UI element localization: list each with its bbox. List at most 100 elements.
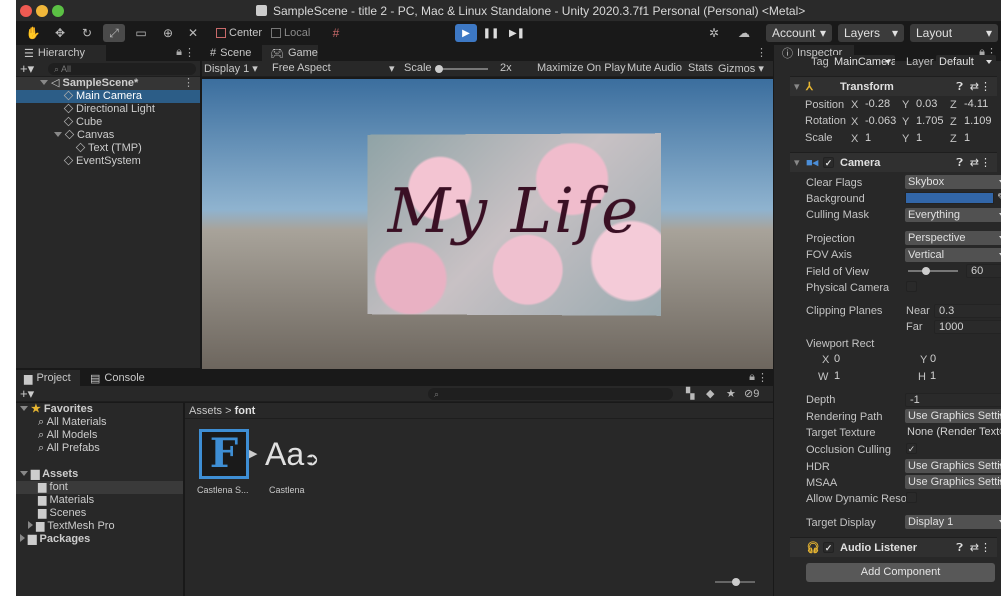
display-dropdown[interactable]: Display 1 ▾ [204, 62, 258, 75]
position-z-field[interactable]: -4.11 [960, 98, 1000, 112]
target-display-dropdown[interactable]: Display 1 [905, 515, 1001, 529]
folder-textmesh-pro[interactable]: ▆ TextMesh Pro [28, 520, 115, 533]
camera-header[interactable]: ▾ ■◂ ✓ Camera ❓︎ ⇄ ⋮ [790, 152, 997, 172]
play-button[interactable]: ▶ [455, 24, 477, 42]
more-options-icon[interactable]: ⋮ [757, 371, 768, 384]
step-button[interactable]: ▶❚ [506, 24, 528, 42]
filter-type-icon[interactable]: ▚ [686, 387, 694, 400]
star-icon[interactable]: ★ [726, 387, 736, 400]
tab-scene[interactable]: # Scene [202, 45, 262, 61]
rendering-path-dropdown[interactable]: Use Graphics Settir [905, 409, 1001, 423]
pivot-local-button[interactable]: Local [271, 25, 310, 41]
scene-row[interactable]: ◁ SampleScene* ⋮ [16, 77, 200, 90]
favorites-row[interactable]: ★ Favorites [20, 403, 93, 416]
fov-slider[interactable] [908, 267, 958, 275]
scale-y-field[interactable]: 1 [912, 132, 952, 146]
folder-materials[interactable]: ▆ Materials [38, 494, 94, 507]
breadcrumb-assets[interactable]: Assets [189, 405, 222, 417]
fov-slider-thumb[interactable] [922, 267, 930, 275]
dynamic-resolution-checkbox[interactable] [906, 492, 917, 503]
hierarchy-item-canvas[interactable]: Canvas [16, 129, 114, 142]
layer-dropdown[interactable]: Default [936, 55, 996, 69]
collapse-arrow-icon[interactable] [20, 534, 25, 542]
account-dropdown[interactable]: Account ▾ [766, 24, 832, 42]
grid-snap-icon[interactable]: # [326, 24, 346, 42]
aspect-chevron-icon[interactable]: ▾ [389, 62, 395, 75]
culling-mask-dropdown[interactable]: Everything [905, 208, 1001, 222]
hierarchy-item-cube[interactable]: Cube [16, 116, 102, 129]
transform-tool-icon[interactable]: ⊕ [157, 24, 179, 42]
close-window-button[interactable] [20, 5, 32, 17]
background-color-swatch[interactable] [905, 192, 994, 204]
scale-tool-icon[interactable]: ⤢ [103, 24, 125, 42]
hierarchy-item-eventsystem[interactable]: EventSystem [16, 155, 141, 168]
hierarchy-item-text-tmp[interactable]: Text (TMP) [16, 142, 142, 155]
tag-dropdown[interactable]: MainCamera [831, 55, 895, 69]
icon-size-thumb[interactable] [732, 578, 740, 586]
projection-dropdown[interactable]: Perspective [905, 231, 1001, 245]
expand-asset-icon[interactable]: ▶ [249, 447, 257, 460]
preset-icon[interactable]: ⇄ [970, 538, 979, 558]
viewport-h-field[interactable]: 1 [926, 370, 1001, 384]
collab-icon[interactable]: ✲ [704, 24, 724, 42]
folder-scenes[interactable]: ▆ Scenes [38, 507, 86, 520]
tab-project[interactable]: ▆ Project [16, 370, 80, 386]
tab-hierarchy[interactable]: ☰ Hierarchy [16, 45, 106, 61]
move-tool-icon[interactable]: ✥ [49, 24, 71, 42]
packages-row[interactable]: ▆ Packages [20, 533, 90, 546]
rect-tool-icon[interactable]: ▭ [130, 24, 152, 42]
pivot-center-button[interactable]: Center [216, 25, 262, 41]
project-search-input[interactable]: ⌕ [428, 388, 673, 400]
maximize-on-play-toggle[interactable]: Maximize On Play [537, 62, 626, 74]
fov-axis-dropdown[interactable]: Vertical [905, 248, 1001, 262]
fav-all-models[interactable]: ⌕ All Models [38, 429, 97, 442]
clear-flags-dropdown[interactable]: Skybox [905, 175, 1001, 189]
gizmos-dropdown[interactable]: Gizmos ▾ [718, 62, 764, 75]
preset-icon[interactable]: ⇄ [970, 77, 979, 97]
physical-camera-checkbox[interactable] [906, 281, 917, 292]
expand-arrow-icon[interactable] [20, 471, 28, 476]
hierarchy-item-directional-light[interactable]: Directional Light [16, 103, 155, 116]
hierarchy-item-main-camera[interactable]: Main Camera [16, 90, 200, 103]
lock-icon[interactable]: 🔒︎ [749, 371, 755, 384]
icon-size-slider[interactable] [715, 578, 755, 586]
mute-audio-toggle[interactable]: Mute Audio [627, 62, 682, 74]
help-icon[interactable]: ❓︎ [956, 538, 963, 558]
collapse-arrow-icon[interactable] [28, 521, 33, 529]
viewport-w-field[interactable]: 1 [830, 370, 910, 384]
folder-font[interactable]: ▆ font [16, 481, 183, 494]
far-field[interactable]: 1000 [934, 320, 1001, 334]
add-icon[interactable]: +▾ [20, 61, 34, 77]
hand-tool-icon[interactable]: ✋ [22, 24, 44, 42]
maximize-window-button[interactable] [52, 5, 64, 17]
fov-field[interactable]: 60 [966, 264, 1001, 278]
add-component-button[interactable]: Add Component [806, 563, 995, 582]
component-menu-icon[interactable]: ⋮ [980, 153, 991, 173]
minimize-window-button[interactable] [36, 5, 48, 17]
scale-z-field[interactable]: 1 [960, 132, 1000, 146]
msaa-dropdown[interactable]: Use Graphics Settir [905, 475, 1001, 489]
pause-button[interactable]: ❚❚ [480, 24, 502, 42]
transform-header[interactable]: ▾ ⅄ Transform ❓︎ ⇄ ⋮ [790, 76, 997, 96]
camera-enabled-checkbox[interactable]: ✓ [823, 157, 834, 168]
eyedropper-icon[interactable]: ✎ [997, 191, 1001, 204]
help-icon[interactable]: ❓︎ [956, 77, 963, 97]
layout-dropdown[interactable]: Layout ▾ [910, 24, 998, 42]
preset-icon[interactable]: ⇄ [970, 153, 979, 173]
rotation-y-field[interactable]: 1.705 [912, 115, 952, 129]
target-texture-field[interactable]: None (Render Text [905, 426, 1001, 440]
expand-arrow-icon[interactable] [20, 406, 28, 411]
collapse-arrow-icon[interactable]: ▾ [794, 77, 800, 97]
viewport-x-field[interactable]: 0 [830, 353, 910, 367]
more-options-icon[interactable]: ⋮ [184, 46, 195, 59]
component-menu-icon[interactable]: ⋮ [980, 538, 991, 558]
more-options-icon[interactable]: ⋮ [756, 46, 767, 59]
occlusion-culling-checkbox[interactable]: ✓ [906, 443, 917, 454]
audio-listener-header[interactable]: 🎧︎ ✓ Audio Listener ❓︎ ⇄ ⋮ [790, 537, 997, 557]
depth-field[interactable]: -1 [905, 393, 1001, 407]
game-viewport[interactable]: My Life [202, 79, 773, 369]
cloud-icon[interactable]: ☁ [734, 24, 754, 42]
position-y-field[interactable]: 0.03 [912, 98, 952, 112]
scale-slider[interactable] [435, 65, 488, 73]
scene-menu-icon[interactable]: ⋮ [183, 77, 194, 90]
